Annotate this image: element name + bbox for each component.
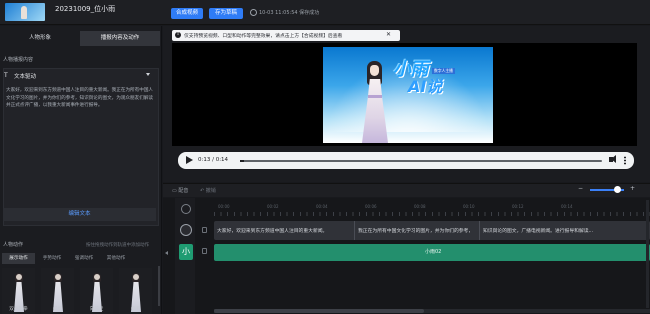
lock-icon[interactable] xyxy=(202,227,207,233)
action-label: 向前走 xyxy=(89,307,104,312)
action-section-label: 人物动作 xyxy=(3,242,24,248)
segment-divider xyxy=(354,221,355,240)
action-tab-display[interactable]: 展示动作 xyxy=(2,253,35,264)
progress-fill xyxy=(240,160,244,162)
left-scrollbar[interactable] xyxy=(158,266,160,306)
action-tab-gesture[interactable]: 手势动作 xyxy=(37,253,67,264)
text-icon: T xyxy=(4,72,8,79)
info-icon: ! xyxy=(175,32,181,38)
tab-figure[interactable]: 人物形象 xyxy=(2,31,78,46)
notice-text: 仅支持预览视频、口型和动作等完整效果，请点击上方【合成视频】后查看 xyxy=(184,34,343,39)
action-hint: 按住拖拽动作到轨道中添加动作 xyxy=(86,243,149,248)
speech-segment[interactable]: 知识舆论的图文，广播电视新闻。进行报导和解读... xyxy=(483,227,593,234)
timeline-hscroll-thumb[interactable] xyxy=(214,309,424,313)
volume-icon[interactable] xyxy=(609,155,616,163)
project-thumbnail[interactable] xyxy=(5,3,45,21)
undo-button[interactable]: ↶ 撤销 xyxy=(200,187,216,194)
more-icon[interactable] xyxy=(624,156,626,165)
clock-icon xyxy=(250,9,257,16)
avatar-track-icon: 小 xyxy=(179,244,193,260)
ruler-label: 00:06 xyxy=(365,204,377,209)
clock-icon xyxy=(181,204,191,214)
tab-content-action[interactable]: 播报内容及动作 xyxy=(80,31,160,46)
compose-video-button[interactable]: 合成视频 xyxy=(171,8,203,19)
progress-bar[interactable] xyxy=(240,160,602,162)
ruler-label: 00:10 xyxy=(463,204,475,209)
zoom-slider-handle[interactable] xyxy=(614,186,621,193)
undo-label: 撤销 xyxy=(205,188,216,194)
ruler-label: 00:00 xyxy=(218,204,230,209)
edit-text-button[interactable]: 编辑文本 xyxy=(3,208,156,221)
digital-avatar xyxy=(358,61,392,143)
collapse-icon[interactable] xyxy=(165,251,168,255)
action-tab-other[interactable]: 其他动作 xyxy=(101,253,131,264)
save-draft-button[interactable]: 存为草稿 xyxy=(209,8,243,19)
speech-segment[interactable]: 我正在为所有中国文化学习的图片，并为你们的参考， xyxy=(358,227,473,234)
dub-button[interactable]: ▭ 配音 xyxy=(172,187,188,194)
project-title[interactable]: 20231009_位小雨 xyxy=(55,4,115,14)
video-time: 0:13 / 0:14 xyxy=(198,157,229,163)
speech-segment[interactable]: 大家好，欢迎来到东方频道中国人注目的重大新闻。 xyxy=(217,227,327,234)
ruler-label: 00:02 xyxy=(267,204,279,209)
action-tabs: 展示动作 手势动作 强调动作 其他动作 xyxy=(2,253,160,264)
ruler-label: 00:14 xyxy=(561,204,573,209)
avatar-track-label: 小雨02 xyxy=(425,249,442,255)
text-driver-title[interactable]: 文本驱动 xyxy=(14,72,36,80)
save-status: 10-03 11:05:54 保存成功 xyxy=(259,10,320,16)
ruler-label: 00:08 xyxy=(414,204,426,209)
ruler-ticks xyxy=(214,212,650,216)
action-label: 双手抱拳 xyxy=(9,307,28,312)
action-tab-emphasis[interactable]: 强调动作 xyxy=(69,253,99,264)
content-section-label: 人物播报内容 xyxy=(3,57,34,63)
segment-divider xyxy=(479,221,480,240)
zoom-out-icon[interactable]: − xyxy=(578,185,583,192)
driver-text: 大家好，欢迎来到东方频道中国人注目的重大新闻。我正在为所有中国人文化学习的图片，… xyxy=(6,88,154,108)
speech-track-icon xyxy=(180,224,192,236)
chevron-down-icon[interactable] xyxy=(146,73,150,76)
zoom-in-icon[interactable]: + xyxy=(630,185,635,192)
left-tabs: 人物形象 播报内容及动作 xyxy=(2,31,160,46)
action-label: 提步 xyxy=(52,307,63,312)
play-icon[interactable] xyxy=(186,156,193,164)
ruler-label: 00:04 xyxy=(316,204,328,209)
close-icon[interactable]: ✕ xyxy=(386,31,391,38)
ruler-label: 00:12 xyxy=(512,204,524,209)
dub-label: 配音 xyxy=(178,188,189,194)
action-label: 招手 xyxy=(130,307,141,312)
timeline-vscroll[interactable] xyxy=(646,200,649,308)
lock-icon[interactable] xyxy=(202,248,207,254)
timeline-toolbar xyxy=(163,183,650,197)
video-title-ai: AI说 xyxy=(408,77,443,96)
